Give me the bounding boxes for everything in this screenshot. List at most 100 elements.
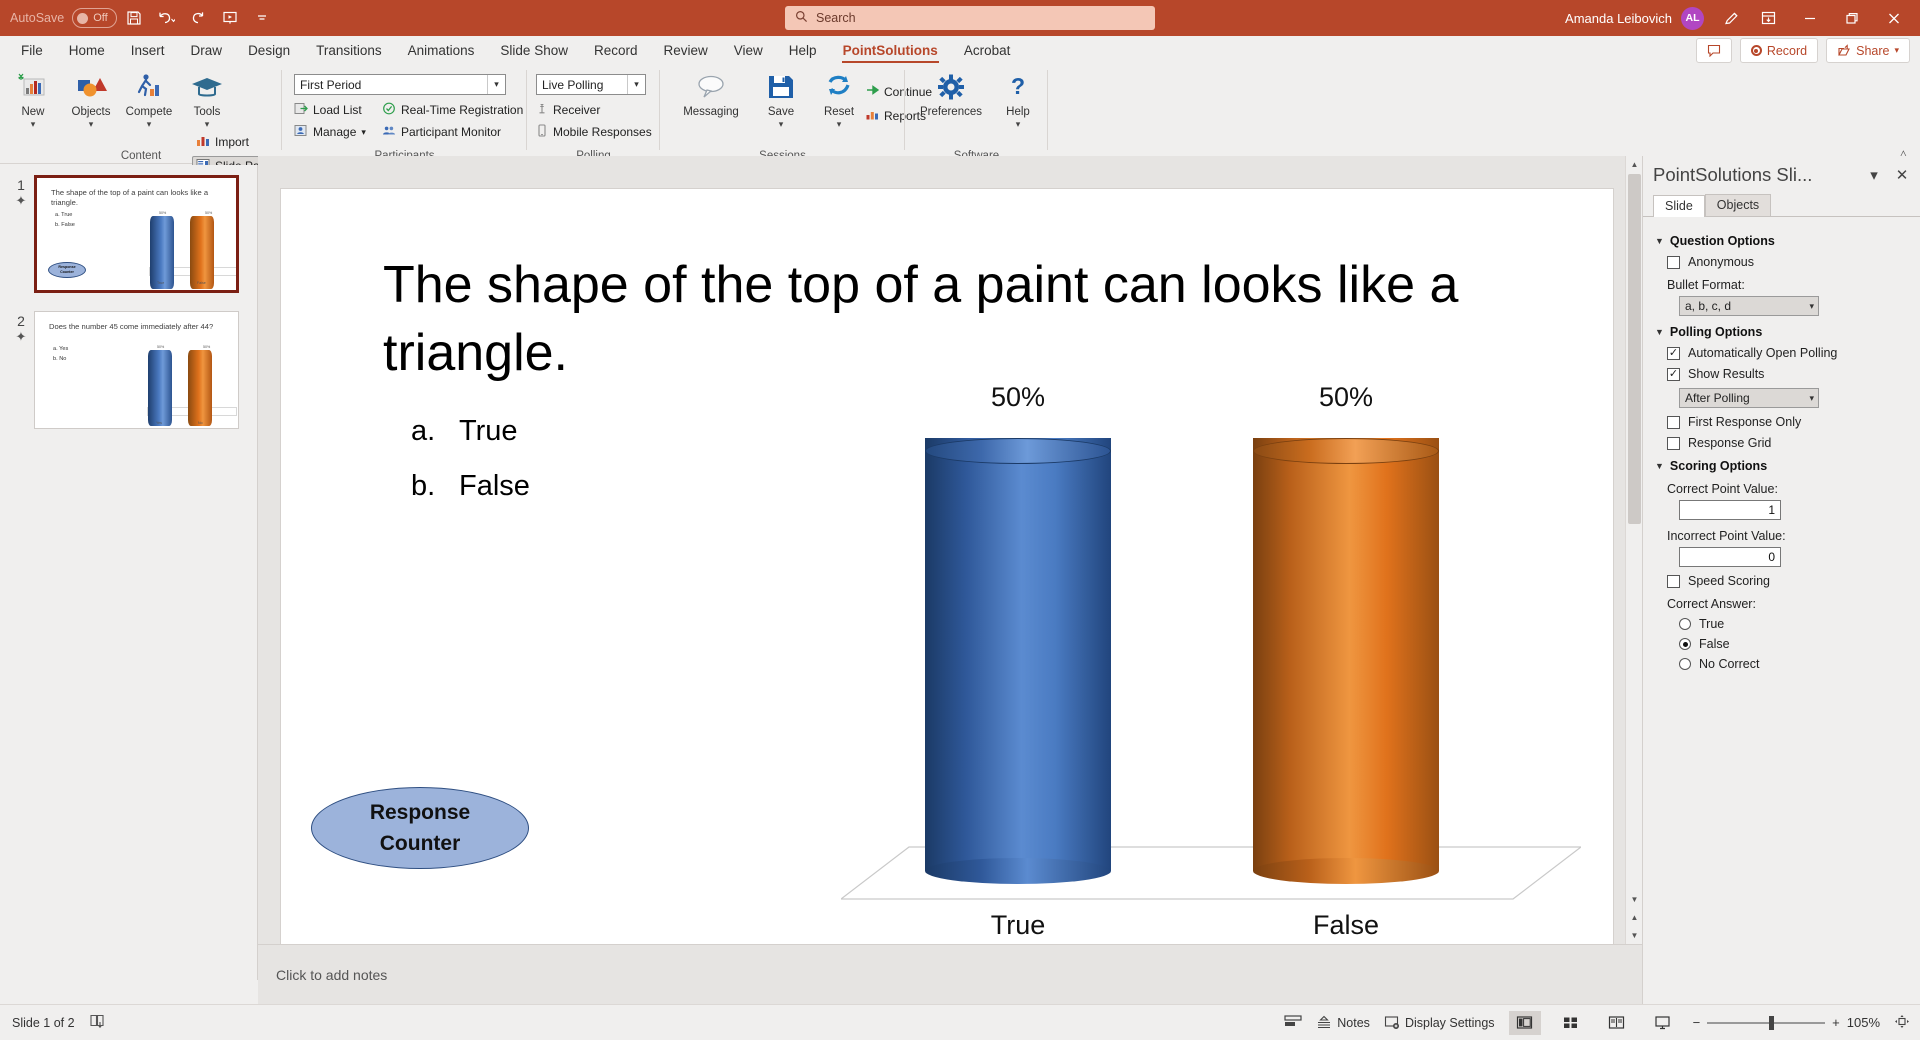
undo-icon[interactable]: [151, 4, 181, 32]
zoom-slider[interactable]: − + 105%: [1693, 1015, 1880, 1030]
slide-show-view-button[interactable]: [1647, 1011, 1679, 1035]
chevron-down-icon[interactable]: ▾: [4, 119, 62, 129]
tab-acrobat[interactable]: Acrobat: [951, 40, 1024, 64]
avatar[interactable]: AL: [1681, 6, 1704, 30]
minimize-button[interactable]: [1790, 3, 1830, 33]
tab-slide[interactable]: Slide: [1653, 195, 1705, 217]
save-icon[interactable]: [119, 4, 149, 32]
tab-design[interactable]: Design: [235, 40, 303, 64]
close-button[interactable]: [1874, 3, 1914, 33]
notes-pane[interactable]: Click to add notes: [258, 944, 1642, 1004]
preferences-button[interactable]: Preferences: [915, 68, 987, 119]
manage-button[interactable]: Manage ▾: [294, 124, 366, 140]
import-button[interactable]: Import: [196, 134, 249, 150]
zoom-knob[interactable]: [1769, 1015, 1775, 1030]
tab-file[interactable]: File: [8, 40, 56, 64]
thumbnail-slide-1[interactable]: 1 ✦ The shape of the top of a paint can …: [8, 175, 239, 293]
share-button[interactable]: Share ▾: [1826, 38, 1910, 63]
zoom-track[interactable]: [1707, 1015, 1826, 1030]
help-button[interactable]: ? Help ▾: [989, 68, 1047, 129]
results-chart[interactable]: 50% True 50% False: [841, 359, 1581, 949]
chevron-down-icon[interactable]: ▾: [989, 119, 1047, 129]
tab-slide-show[interactable]: Slide Show: [487, 40, 581, 64]
thumbnail-slide-2[interactable]: 2 ✦ Does the number 45 come immediately …: [8, 311, 239, 429]
section-question-options[interactable]: ▼ Question Options: [1655, 234, 1910, 248]
tab-insert[interactable]: Insert: [118, 40, 178, 64]
slide-sorter-view-button[interactable]: [1555, 1011, 1587, 1035]
receiver-button[interactable]: Receiver: [536, 102, 600, 118]
tab-help[interactable]: Help: [776, 40, 830, 64]
tab-review[interactable]: Review: [651, 40, 721, 64]
zoom-in-button[interactable]: +: [1832, 1015, 1840, 1030]
show-results-timing-select[interactable]: After Polling ▾: [1679, 388, 1819, 408]
restore-button[interactable]: [1832, 3, 1872, 33]
chevron-down-icon[interactable]: ▾: [487, 75, 505, 94]
ribbon-display-options-icon[interactable]: [1748, 3, 1788, 33]
checkbox-first-response-only[interactable]: First Response Only: [1667, 415, 1910, 429]
save-session-button[interactable]: Save ▾: [752, 68, 810, 129]
previous-slide-icon[interactable]: ▲: [1626, 909, 1643, 926]
section-polling-options[interactable]: ▼ Polling Options: [1655, 325, 1910, 339]
correct-point-input[interactable]: 1: [1679, 500, 1781, 520]
tab-draw[interactable]: Draw: [178, 40, 236, 64]
radio-correct-answer-true[interactable]: True: [1679, 617, 1910, 631]
redo-icon[interactable]: [183, 4, 213, 32]
fit-to-window-icon[interactable]: [1894, 1014, 1910, 1032]
new-button[interactable]: New ▾: [4, 68, 62, 129]
next-slide-icon[interactable]: ▼: [1626, 927, 1643, 944]
notes-button[interactable]: Notes: [1316, 1015, 1370, 1030]
tab-transitions[interactable]: Transitions: [303, 40, 395, 64]
section-scoring-options[interactable]: ▼ Scoring Options: [1655, 459, 1910, 473]
realtime-registration-button[interactable]: Real-Time Registration: [382, 102, 523, 118]
chevron-down-icon[interactable]: ▾: [627, 75, 645, 94]
autosave-toggle[interactable]: Off: [72, 8, 117, 28]
slide-canvas[interactable]: The shape of the top of a paint can look…: [280, 188, 1614, 966]
close-icon[interactable]: ✕: [1892, 166, 1912, 184]
tab-home[interactable]: Home: [56, 40, 118, 64]
load-list-button[interactable]: Load List: [294, 102, 362, 118]
tab-objects[interactable]: Objects: [1704, 194, 1772, 216]
fit-slide-icon[interactable]: [1284, 1013, 1302, 1032]
zoom-out-button[interactable]: −: [1693, 1015, 1701, 1030]
comments-button[interactable]: [1695, 38, 1732, 63]
incorrect-point-input[interactable]: 0: [1679, 547, 1781, 567]
checkbox-anonymous[interactable]: Anonymous: [1667, 255, 1910, 269]
accessibility-icon[interactable]: [89, 1014, 105, 1032]
reset-button[interactable]: Reset ▾: [810, 68, 868, 129]
display-settings-button[interactable]: Display Settings: [1384, 1015, 1495, 1030]
tab-record[interactable]: Record: [581, 40, 651, 64]
thumbnail-preview[interactable]: The shape of the top of a paint can look…: [34, 175, 239, 293]
mobile-responses-button[interactable]: Mobile Responses: [536, 124, 652, 140]
checkbox-show-results[interactable]: ✓ Show Results: [1667, 367, 1910, 381]
messaging-button[interactable]: Messaging: [672, 68, 750, 119]
record-button[interactable]: Record: [1739, 38, 1819, 63]
slide-answer-list[interactable]: a. True b. False: [411, 415, 530, 525]
chevron-down-icon[interactable]: ▾: [361, 127, 366, 138]
checkbox-speed-scoring[interactable]: Speed Scoring: [1667, 574, 1910, 588]
scroll-down-icon[interactable]: ▼: [1626, 891, 1643, 908]
participant-monitor-button[interactable]: Participant Monitor: [382, 124, 501, 140]
checkbox-auto-open-polling[interactable]: ✓ Automatically Open Polling: [1667, 346, 1910, 360]
scrollbar-thumb[interactable]: [1628, 174, 1641, 524]
qat-more-icon[interactable]: [247, 4, 277, 32]
session-select[interactable]: First Period ▾: [294, 74, 506, 95]
start-presentation-icon[interactable]: [215, 4, 245, 32]
polling-mode-select[interactable]: Live Polling ▾: [536, 74, 646, 95]
normal-view-button[interactable]: [1508, 1010, 1541, 1035]
chevron-down-icon[interactable]: ▾: [810, 119, 868, 129]
bullet-format-select[interactable]: a, b, c, d ▾: [1679, 296, 1819, 316]
response-counter-shape[interactable]: Response Counter: [311, 787, 529, 869]
chevron-down-icon[interactable]: ▾: [178, 119, 236, 129]
scroll-up-icon[interactable]: ▲: [1626, 156, 1643, 173]
chevron-down-icon[interactable]: ▾: [752, 119, 810, 129]
thumbnail-preview[interactable]: Does the number 45 come immediately afte…: [34, 311, 239, 429]
slide-vertical-scrollbar[interactable]: ▲ ▼ ▲ ▼: [1625, 156, 1643, 944]
tools-button[interactable]: Tools ▾: [178, 68, 236, 129]
tab-view[interactable]: View: [721, 40, 776, 64]
radio-correct-answer-false[interactable]: False: [1679, 637, 1910, 651]
tab-animations[interactable]: Animations: [395, 40, 488, 64]
tab-pointsolutions[interactable]: PointSolutions: [830, 40, 951, 64]
compete-button[interactable]: Compete ▾: [120, 68, 178, 129]
chevron-down-icon[interactable]: ▾: [1864, 166, 1884, 184]
checkbox-response-grid[interactable]: Response Grid: [1667, 436, 1910, 450]
